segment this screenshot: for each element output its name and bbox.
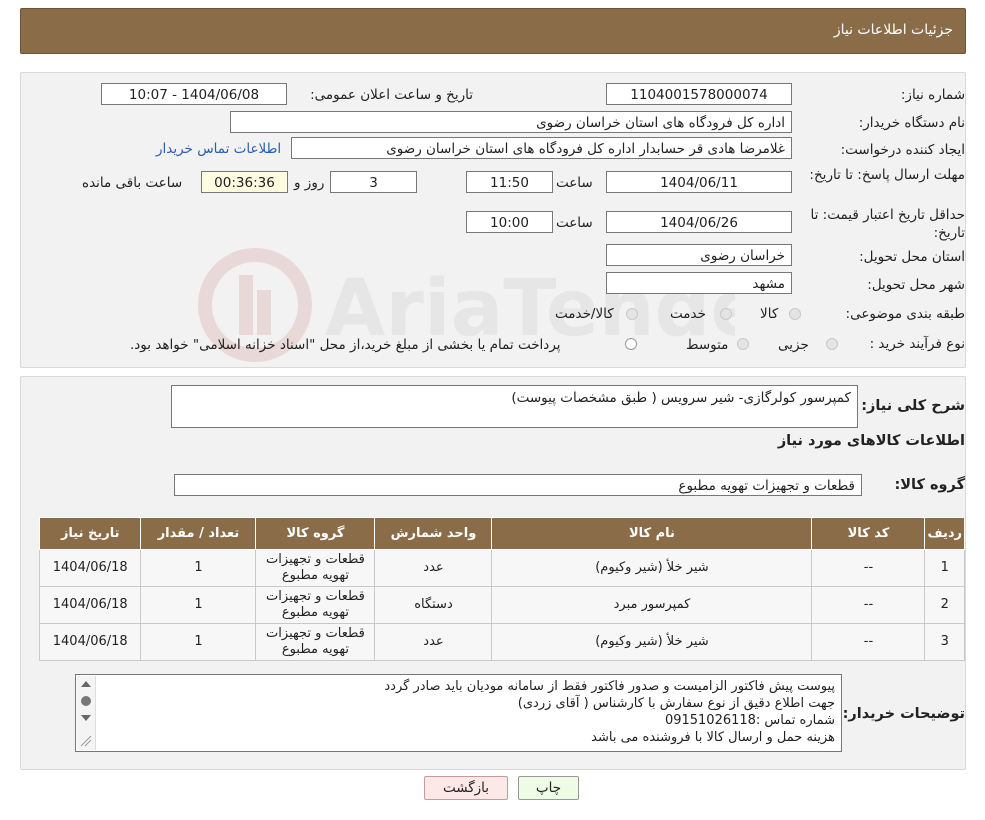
buyer-notes-line: هزینه حمل و ارسال کالا با فروشنده می باش…	[591, 730, 835, 745]
province-field: خراسان رضوی	[606, 244, 792, 266]
summary-field: کمپرسور کولرگازی- شیر سرویس ( طبق مشخصات…	[171, 385, 858, 428]
requester-label: ایجاد کننده درخواست:	[840, 142, 965, 158]
validity-time-label: ساعت	[556, 215, 593, 231]
buyer-org-field: اداره کل فرودگاه های استان خراسان رضوی	[230, 111, 792, 133]
summary-label: شرح کلی نیاز:	[861, 398, 965, 414]
cell-date: 1404/06/18	[38, 549, 142, 587]
buyer-org-label: نام دستگاه خریدار:	[858, 115, 965, 131]
deadline-time-label: ساعت	[556, 175, 593, 191]
category-label: طبقه بندی موضوعی:	[845, 306, 965, 322]
validity-date-field: 1404/06/26	[606, 211, 792, 233]
need-number-label: شماره نیاز:	[900, 87, 965, 103]
category-option-goods: کالا	[760, 306, 779, 322]
deadline-label: مهلت ارسال پاسخ: تا تاریخ:	[809, 167, 965, 183]
purchase-option-minor: جزیی	[778, 337, 809, 353]
cell-row-no: 1	[924, 549, 965, 587]
city-label: شهر محل تحویل:	[867, 277, 965, 293]
purchase-radio-medium[interactable]	[737, 338, 749, 350]
cell-group: قطعات و تجهیزات تهویه مطبوع	[255, 549, 376, 587]
category-option-goods-service: کالا/خدمت	[555, 306, 614, 322]
buyer-notes-label: توضیحات خریدار:	[842, 706, 965, 722]
table-row: 3 -- شیر خلأ (شیر وکیوم) عدد قطعات و تجه…	[38, 623, 965, 661]
buyer-notes-field[interactable]: پیوست پیش فاکتور الزامیست و صدور فاکتور …	[75, 674, 842, 752]
cell-date: 1404/06/18	[38, 623, 142, 661]
col-header-quantity: تعداد / مقدار	[140, 517, 257, 550]
cell-name: کمپرسور مبرد	[491, 586, 813, 624]
purchase-radio-minor[interactable]	[826, 338, 838, 350]
scroll-arrows-icon	[80, 681, 92, 747]
city-field: مشهد	[606, 272, 792, 294]
buyer-contact-link[interactable]: اطلاعات تماس خریدار	[156, 141, 281, 157]
page-header: جزئیات اطلاعات نیاز	[20, 8, 966, 54]
cell-row-no: 2	[924, 586, 965, 624]
cell-row-no: 3	[924, 623, 965, 661]
need-number-field: 1104001578000074	[606, 83, 792, 105]
cell-code: --	[811, 586, 926, 624]
deadline-date-field: 1404/06/11	[606, 171, 792, 193]
cell-code: --	[811, 549, 926, 587]
buyer-notes-scrollbar[interactable]	[77, 676, 96, 750]
summary-text: کمپرسور کولرگازی- شیر سرویس ( طبق مشخصات…	[511, 390, 851, 406]
table-header-row: ردیف کد کالا نام کالا واحد شمارش گروه کا…	[38, 517, 965, 550]
cell-unit: عدد	[374, 549, 493, 587]
table-row: 2 -- کمپرسور مبرد دستگاه قطعات و تجهیزات…	[38, 586, 965, 624]
cell-unit: دستگاه	[374, 586, 493, 624]
col-header-date: تاریخ نیاز	[38, 517, 142, 550]
print-button[interactable]: چاپ	[518, 776, 579, 800]
validity-time-field: 10:00	[466, 211, 553, 233]
cell-name: شیر خلأ (شیر وکیوم)	[491, 623, 813, 661]
buyer-notes-line: شماره تماس :09151026118	[664, 713, 835, 728]
validity-label: حداقل تاریخ اعتبار قیمت: تا تاریخ:	[810, 207, 965, 241]
announce-datetime-field: 1404/06/08 - 10:07	[101, 83, 287, 105]
col-header-group: گروه کالا	[255, 517, 376, 550]
page-title: جزئیات اطلاعات نیاز	[833, 22, 953, 38]
col-header-unit: واحد شمارش	[374, 517, 493, 550]
cell-group: قطعات و تجهیزات تهویه مطبوع	[255, 586, 376, 624]
col-header-row-no: ردیف	[924, 517, 965, 550]
province-label: استان محل تحویل:	[859, 249, 965, 265]
days-remaining-field: 3	[330, 171, 417, 193]
announce-label: تاریخ و ساعت اعلان عمومی:	[310, 87, 473, 103]
category-radio-service[interactable]	[720, 308, 732, 320]
remaining-time-field: 00:36:36	[201, 171, 288, 193]
col-header-name: نام کالا	[491, 517, 813, 550]
cell-quantity: 1	[140, 623, 257, 661]
cell-date: 1404/06/18	[38, 586, 142, 624]
category-radio-goods[interactable]	[789, 308, 801, 320]
deadline-time-field: 11:50	[466, 171, 553, 193]
cell-group: قطعات و تجهیزات تهویه مطبوع	[255, 623, 376, 661]
buyer-notes-line: جهت اطلاع دقیق از نوع سفارش با کارشناس (…	[517, 696, 835, 711]
purchase-option-medium: متوسط	[686, 337, 729, 353]
days-label: روز و	[294, 175, 325, 191]
cell-code: --	[811, 623, 926, 661]
remaining-label: ساعت باقی مانده	[82, 175, 183, 191]
treasury-note: پرداخت تمام یا بخشی از مبلغ خرید،از محل …	[130, 337, 561, 353]
col-header-code: کد کالا	[811, 517, 926, 550]
table-row: 1 -- شیر خلأ (شیر وکیوم) عدد قطعات و تجه…	[38, 549, 965, 587]
goods-group-field: قطعات و تجهیزات تهویه مطبوع	[174, 474, 862, 496]
category-option-service: خدمت	[670, 306, 706, 322]
back-button[interactable]: بازگشت	[424, 776, 508, 800]
cell-quantity: 1	[140, 549, 257, 587]
requester-field: غلامرضا هادی قر حسابدار اداره کل فرودگاه…	[291, 137, 792, 159]
goods-group-label: گروه کالا:	[894, 477, 965, 493]
cell-name: شیر خلأ (شیر وکیوم)	[491, 549, 813, 587]
cell-quantity: 1	[140, 586, 257, 624]
items-table: ردیف کد کالا نام کالا واحد شمارش گروه کا…	[38, 517, 965, 661]
goods-info-title: اطلاعات کالاهای مورد نیاز	[777, 433, 965, 449]
buyer-notes-line: پیوست پیش فاکتور الزامیست و صدور فاکتور …	[384, 679, 835, 694]
cell-unit: عدد	[374, 623, 493, 661]
category-radio-goods-service[interactable]	[626, 308, 638, 320]
treasury-checkbox[interactable]	[625, 338, 637, 350]
purchase-type-label: نوع فرآیند خرید :	[869, 336, 965, 352]
